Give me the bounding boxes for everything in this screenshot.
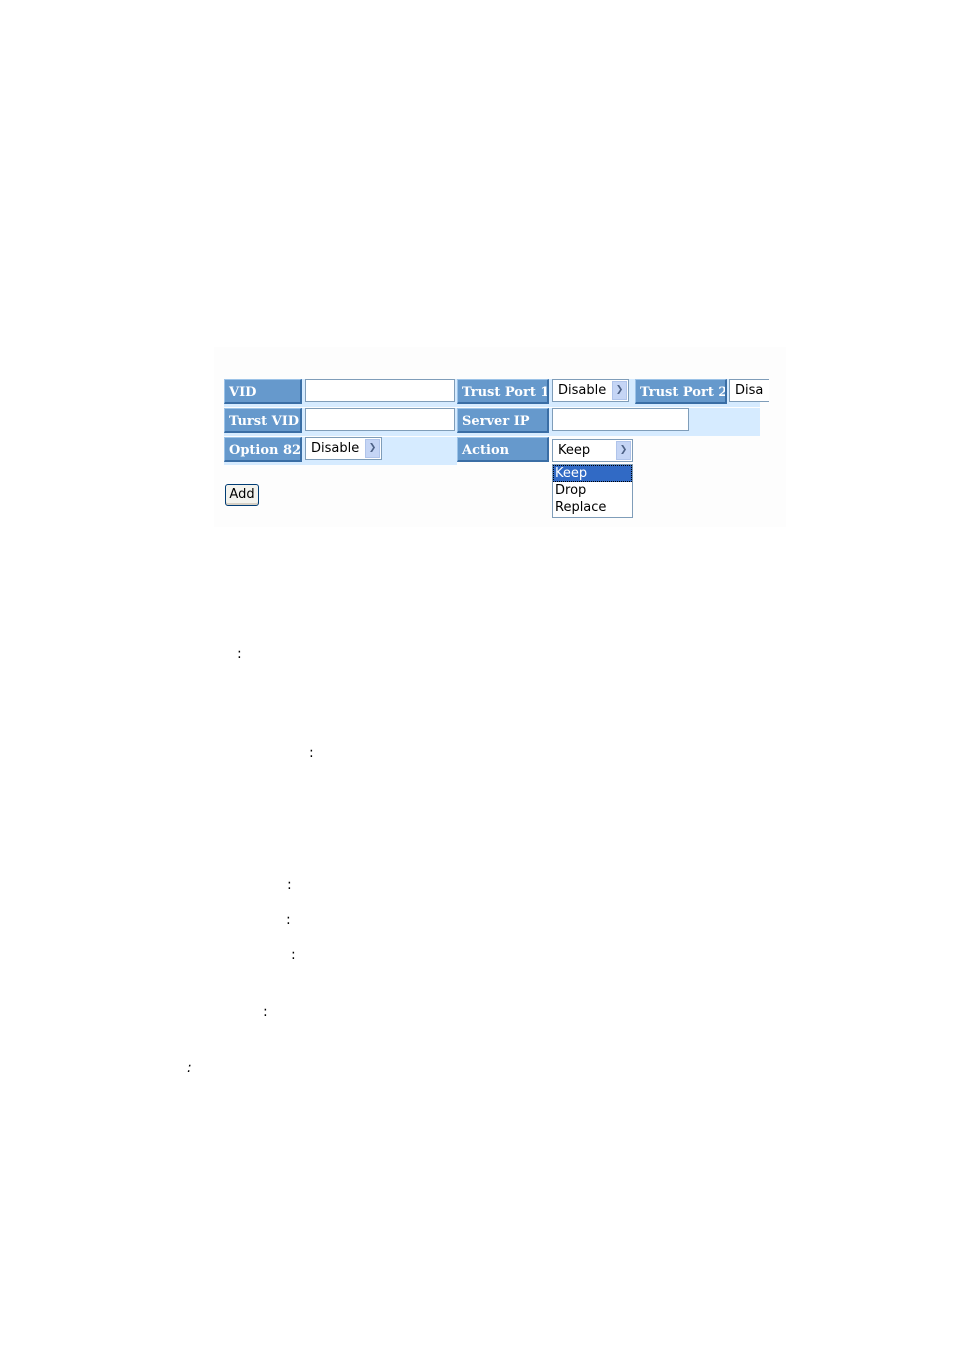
- trust-port-2-label: Trust Port 2: [635, 379, 727, 404]
- action-select[interactable]: Keep ❯: [552, 439, 633, 462]
- add-button[interactable]: Add: [225, 484, 259, 506]
- trust-port-1-label: Trust Port 1: [457, 379, 549, 404]
- chevron-down-icon[interactable]: ❯: [365, 439, 380, 458]
- vid-label: VID: [224, 379, 302, 404]
- colon-marker: :: [309, 745, 314, 761]
- trust-port-2-select[interactable]: Disa: [729, 379, 769, 402]
- trust-port-2-value: Disa: [735, 383, 764, 398]
- row-option82: Option 82 Disable ❯: [224, 437, 457, 465]
- action-value: Keep: [558, 443, 591, 458]
- server-ip-label: Server IP: [457, 408, 549, 433]
- colon-marker: :: [291, 947, 296, 963]
- trust-port-1-value: Disable: [558, 383, 607, 398]
- dhcp-option82-form-screenshot: VID Trust Port 1 Disable ❯ Trust Port 2 …: [214, 347, 786, 527]
- trust-vid-input[interactable]: [305, 408, 455, 431]
- colon-marker: :: [237, 646, 242, 662]
- server-ip-input[interactable]: [552, 408, 689, 431]
- chevron-down-icon[interactable]: ❯: [612, 381, 627, 400]
- row-trust-vid: Turst VID Server IP: [224, 408, 760, 436]
- colon-marker: :: [287, 877, 292, 893]
- action-dropdown-list: Keep Drop Replace: [552, 464, 633, 518]
- colon-marker: :: [263, 1004, 268, 1020]
- colon-marker: :: [286, 912, 291, 928]
- action-option-keep[interactable]: Keep: [553, 465, 632, 482]
- colon-marker: :: [187, 1060, 192, 1076]
- option82-select[interactable]: Disable ❯: [305, 437, 382, 460]
- option82-value: Disable: [311, 441, 360, 456]
- trust-port-1-select[interactable]: Disable ❯: [552, 379, 629, 402]
- row-vid: VID Trust Port 1 Disable ❯ Trust Port 2 …: [224, 379, 769, 407]
- option82-label: Option 82: [224, 437, 302, 462]
- chevron-down-icon[interactable]: ❯: [616, 441, 631, 460]
- action-option-drop[interactable]: Drop: [553, 482, 632, 499]
- trust-vid-label: Turst VID: [224, 408, 302, 433]
- action-option-replace[interactable]: Replace: [553, 499, 632, 516]
- vid-input[interactable]: [305, 379, 455, 402]
- action-label: Action: [457, 437, 549, 462]
